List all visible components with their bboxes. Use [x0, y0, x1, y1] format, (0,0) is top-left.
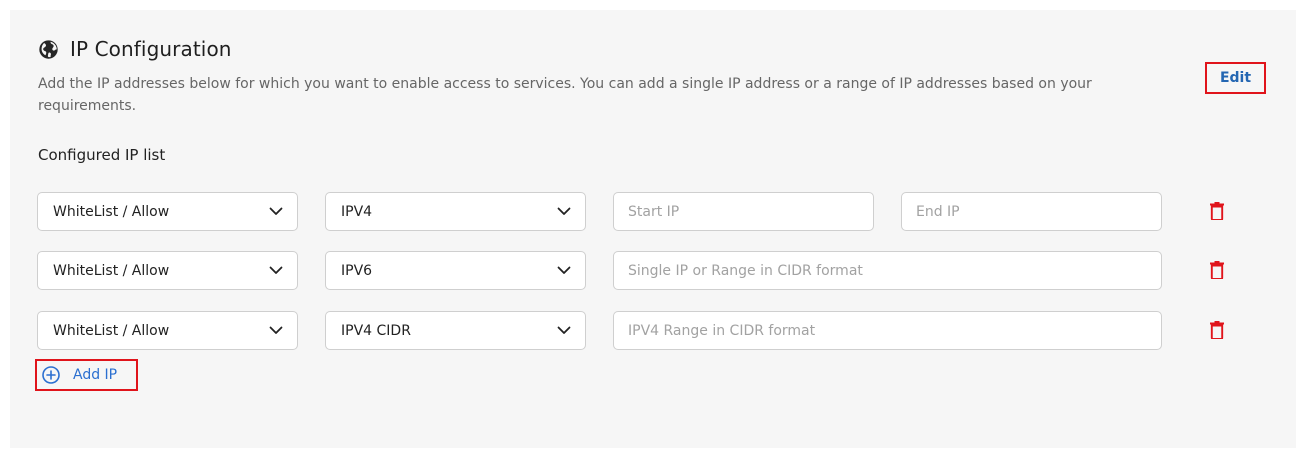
ip-cidr-input[interactable] — [613, 251, 1162, 290]
ip-row: WhiteList / Allow IPV4 — [37, 192, 1237, 232]
ip-version-select[interactable]: IPV6 — [325, 251, 586, 290]
ip-row: WhiteList / Allow IPV6 — [37, 251, 1237, 291]
trash-icon[interactable] — [1210, 261, 1224, 279]
trash-icon[interactable] — [1210, 202, 1224, 220]
ip-version-select[interactable]: IPV4 — [325, 192, 586, 231]
chevron-down-icon — [269, 326, 283, 335]
add-ip-label: Add IP — [73, 367, 118, 383]
chevron-down-icon — [557, 207, 571, 216]
access-type-value: WhiteList / Allow — [53, 322, 170, 339]
edit-button[interactable]: Edit — [1205, 62, 1266, 94]
add-ip-button[interactable]: Add IP — [35, 359, 138, 391]
access-type-value: WhiteList / Allow — [53, 203, 170, 220]
chevron-down-icon — [269, 207, 283, 216]
access-type-value: WhiteList / Allow — [53, 262, 170, 279]
plus-circle-icon — [42, 366, 60, 384]
ip-version-value: IPV4 — [341, 203, 373, 220]
end-ip-input[interactable] — [901, 192, 1162, 231]
section-header: IP Configuration — [38, 37, 232, 61]
section-title: IP Configuration — [70, 37, 232, 61]
chevron-down-icon — [269, 266, 283, 275]
configured-ip-list-label: Configured IP list — [38, 146, 166, 164]
start-ip-input[interactable] — [613, 192, 874, 231]
ip-row: WhiteList / Allow IPV4 CIDR — [37, 311, 1237, 351]
access-type-select[interactable]: WhiteList / Allow — [37, 251, 298, 290]
access-type-select[interactable]: WhiteList / Allow — [37, 192, 298, 231]
ip-version-value: IPV4 CIDR — [341, 322, 411, 339]
ip-version-select[interactable]: IPV4 CIDR — [325, 311, 586, 350]
trash-icon[interactable] — [1210, 321, 1224, 339]
chevron-down-icon — [557, 326, 571, 335]
ipv4-cidr-input[interactable] — [613, 311, 1162, 350]
ip-configuration-panel: IP Configuration Add the IP addresses be… — [10, 10, 1296, 448]
section-description: Add the IP addresses below for which you… — [38, 76, 1092, 114]
chevron-down-icon — [557, 266, 571, 275]
access-type-select[interactable]: WhiteList / Allow — [37, 311, 298, 350]
globe-icon — [38, 39, 59, 60]
ip-version-value: IPV6 — [341, 262, 373, 279]
